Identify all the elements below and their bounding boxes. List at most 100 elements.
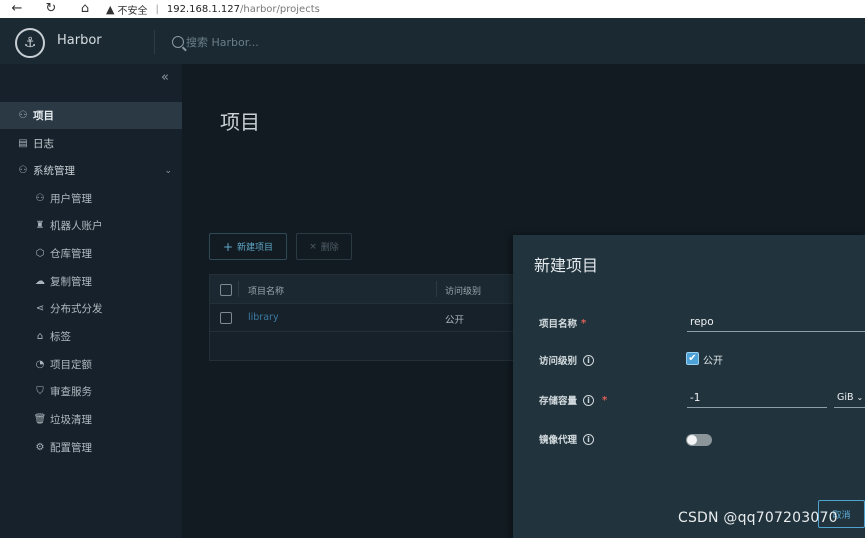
- required-asterisk: *: [581, 317, 587, 329]
- users-icon: ⚇: [35, 193, 45, 204]
- field-label: 存储容量: [539, 396, 578, 407]
- sidebar-item-distributions[interactable]: ⋖ 分布式分发: [0, 295, 182, 322]
- cube-icon: ⬡: [35, 248, 45, 259]
- sidebar-item-label: 项目定额: [50, 359, 92, 371]
- access-level-label: 访问级别 i: [539, 353, 595, 367]
- sidebar-item-configuration[interactable]: ⚙ 配置管理: [0, 434, 182, 461]
- chevron-down-icon[interactable]: ⌄: [164, 166, 172, 176]
- field-label: 项目名称: [539, 319, 578, 330]
- page-title: 项目: [220, 110, 260, 134]
- global-search[interactable]: 搜索 Harbor...: [172, 34, 259, 50]
- sidebar-item-project-quotas[interactable]: ◔ 项目定额: [0, 351, 182, 378]
- search-icon: [172, 36, 184, 48]
- modal-title: 新建项目: [534, 256, 599, 275]
- proxy-cache-toggle[interactable]: [686, 434, 712, 446]
- sidebar-item-replications[interactable]: ☁ 复制管理: [0, 268, 182, 295]
- proxy-cache-label: 镜像代理 i: [539, 432, 595, 446]
- sidebar-item-robot-accounts[interactable]: ♜ 机器人账户: [0, 212, 182, 239]
- row-checkbox[interactable]: [220, 312, 232, 324]
- users-cog-icon: ⚇: [18, 165, 28, 176]
- column-header-access[interactable]: 访问级别: [445, 284, 481, 297]
- projects-table: 项目名称 访问级别 library 公开: [209, 274, 529, 361]
- sidebar-item-label: 仓库管理: [50, 248, 92, 260]
- sidebar-item-labels[interactable]: ⌂ 标签: [0, 323, 182, 350]
- sidebar-item-label: 配置管理: [50, 442, 92, 454]
- field-label: 镜像代理: [539, 435, 578, 446]
- column-divider: [436, 281, 437, 297]
- delete-label: 删除: [320, 243, 339, 253]
- info-icon[interactable]: i: [583, 394, 595, 406]
- column-header-name[interactable]: 项目名称: [248, 284, 284, 297]
- share-icon: ⋖: [35, 303, 45, 314]
- table-row[interactable]: library 公开: [210, 304, 528, 332]
- quota-unit-select[interactable]: GiB ⌄: [834, 388, 865, 408]
- sidebar-item-label: 日志: [33, 138, 54, 150]
- sidebar-item-label: 用户管理: [50, 193, 92, 205]
- storage-quota-input[interactable]: -1: [687, 388, 827, 408]
- sidebar-item-interrogation-services[interactable]: ⛉ 审查服务: [0, 378, 182, 405]
- header-divider: [154, 30, 155, 54]
- delete-button[interactable]: × 删除: [296, 233, 352, 260]
- sidebar-item-label: 机器人账户: [50, 220, 103, 232]
- search-input[interactable]: 搜索 Harbor...: [186, 34, 259, 50]
- app-header: ⚓ Harbor 搜索 Harbor...: [0, 18, 865, 64]
- chevron-down-icon: ⌄: [856, 393, 864, 402]
- info-icon[interactable]: i: [583, 354, 595, 366]
- back-icon[interactable]: ←: [0, 2, 34, 15]
- document-icon: ▤: [18, 138, 28, 149]
- gauge-icon: ◔: [35, 359, 45, 370]
- project-name-label: 项目名称 *: [539, 316, 587, 331]
- home-icon[interactable]: ⌂: [68, 2, 102, 15]
- field-label: 访问级别: [539, 356, 578, 367]
- shield-icon: ⛉: [36, 386, 44, 397]
- harbor-logo-icon[interactable]: ⚓: [15, 28, 45, 58]
- sidebar: « ⚇ 项目 ▤ 日志 ⚇ 系统管理 ⌄ ⚇ 用户管理 ♜ 机器人账户 ⬡ 仓库…: [0, 64, 182, 538]
- plus-icon: +: [222, 239, 234, 254]
- sidebar-item-registries[interactable]: ⬡ 仓库管理: [0, 240, 182, 267]
- browser-toolbar: ← ↻ ⌂ ▲ 不安全 | 192.168.1.127 /harbor/proj…: [0, 0, 865, 18]
- gear-icon: ⚙: [35, 442, 45, 453]
- url-host[interactable]: 192.168.1.127: [167, 4, 240, 15]
- storage-quota-label: 存储容量 i *: [539, 393, 607, 407]
- column-divider: [238, 281, 239, 297]
- sidebar-item-label: 审查服务: [50, 386, 92, 398]
- brand-name[interactable]: Harbor: [57, 33, 102, 48]
- sidebar-item-label: 项目: [33, 110, 54, 122]
- url-separator: |: [155, 3, 159, 15]
- project-name-link[interactable]: library: [248, 312, 279, 323]
- required-asterisk: *: [602, 394, 608, 406]
- sidebar-item-garbage-collection[interactable]: 🗑 垃圾清理: [0, 406, 182, 433]
- tag-icon: ⌂: [36, 331, 44, 342]
- warning-icon: ▲: [106, 2, 115, 16]
- sidebar-item-projects[interactable]: ⚇ 项目: [0, 102, 182, 129]
- sidebar-item-label: 分布式分发: [50, 303, 103, 315]
- sidebar-item-logs[interactable]: ▤ 日志: [0, 130, 182, 157]
- watermark: CSDN @qq707203070: [678, 510, 838, 526]
- select-all-checkbox[interactable]: [220, 284, 232, 296]
- url-path[interactable]: /harbor/projects: [240, 4, 320, 15]
- new-project-modal: 新建项目 项目名称 * repo 访问级别 i ✔ 公开 存储容量 i * -1…: [513, 235, 865, 538]
- sidebar-item-administration[interactable]: ⚇ 系统管理 ⌄: [0, 157, 182, 184]
- public-checkbox[interactable]: ✔: [686, 352, 699, 365]
- sidebar-item-label: 复制管理: [50, 276, 92, 288]
- sidebar-item-label: 系统管理: [33, 165, 75, 177]
- project-access-level: 公开: [445, 315, 465, 326]
- info-icon[interactable]: i: [583, 433, 595, 445]
- sidebar-item-users[interactable]: ⚇ 用户管理: [0, 185, 182, 212]
- trash-icon: 🗑: [33, 414, 47, 425]
- quota-unit-value: GiB: [837, 392, 854, 403]
- close-icon: ×: [309, 241, 317, 252]
- user-group-icon: ⚇: [18, 110, 28, 121]
- insecure-label: 不安全: [117, 5, 148, 17]
- collapse-sidebar-icon[interactable]: «: [161, 70, 169, 85]
- robot-icon: ♜: [35, 220, 45, 231]
- public-checkbox-label[interactable]: 公开: [703, 352, 723, 367]
- cloud-icon: ☁: [35, 276, 45, 287]
- toggle-knob: [687, 435, 697, 445]
- new-project-label: 新建项目: [237, 243, 274, 253]
- project-name-input[interactable]: repo: [687, 312, 865, 332]
- reload-icon[interactable]: ↻: [34, 2, 68, 15]
- table-header: 项目名称 访问级别: [210, 275, 528, 304]
- sidebar-item-label: 标签: [50, 331, 71, 343]
- new-project-button[interactable]: + 新建项目: [209, 233, 287, 260]
